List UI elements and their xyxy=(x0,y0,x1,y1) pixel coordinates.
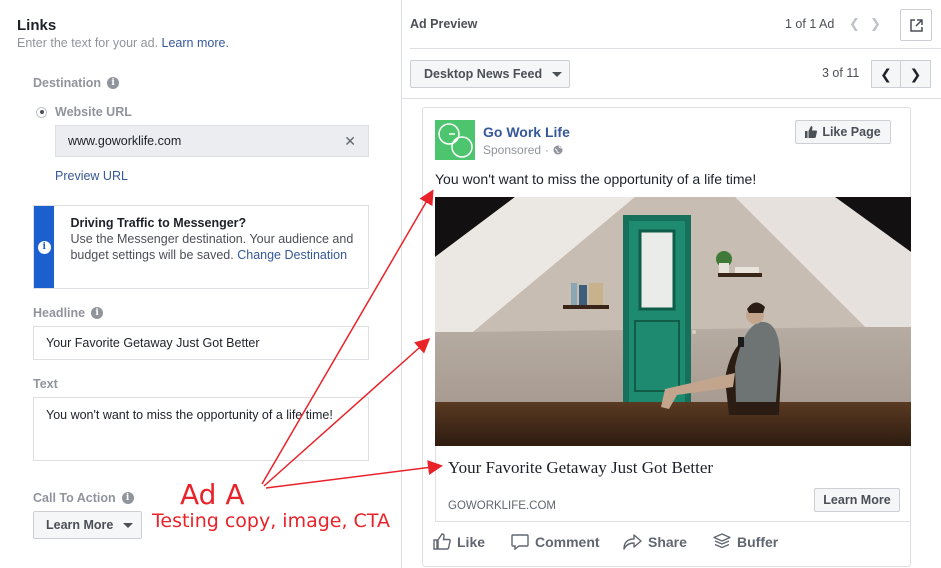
learn-more-button[interactable]: Learn More xyxy=(814,488,900,512)
placement-value: Desktop News Feed xyxy=(424,67,543,81)
info-icon[interactable]: i xyxy=(91,307,104,319)
share-action[interactable]: Share xyxy=(623,533,713,550)
next-placement-button[interactable]: ❯ xyxy=(901,60,931,88)
ad-post-card: Go Work Life Sponsored · Like Page You w… xyxy=(422,107,911,567)
website-url-option[interactable]: Website URL xyxy=(36,105,132,119)
cta-dropdown[interactable]: Learn More xyxy=(33,511,142,539)
thumbs-up-icon xyxy=(805,126,818,138)
placement-dropdown[interactable]: Desktop News Feed xyxy=(410,60,570,88)
comment-icon xyxy=(511,533,529,550)
buffer-icon xyxy=(713,533,731,549)
sponsored-label: Sponsored xyxy=(483,143,542,157)
ad-headline[interactable]: Your Favorite Getaway Just Got Better xyxy=(448,458,713,478)
ad-preview-title: Ad Preview xyxy=(410,17,478,31)
learn-more-link[interactable]: Learn more. xyxy=(162,36,229,50)
text-input[interactable]: You won't want to miss the opportunity o… xyxy=(33,397,369,461)
previous-placement-button[interactable]: ❮ xyxy=(871,60,901,88)
divider xyxy=(402,98,941,99)
radio-selected-icon[interactable] xyxy=(36,106,47,118)
change-destination-link[interactable]: Change Destination xyxy=(237,248,347,262)
page-name[interactable]: Go Work Life xyxy=(483,124,570,140)
share-label: Share xyxy=(648,533,687,550)
separator-dot: · xyxy=(545,143,550,157)
headline-label: Headline i xyxy=(33,306,104,320)
buffer-label: Buffer xyxy=(737,533,779,550)
cta-label-text: Call To Action xyxy=(33,491,116,505)
like-action[interactable]: Like xyxy=(433,533,511,550)
destination-label: Destination i xyxy=(33,76,120,90)
cta-dropdown-value: Learn More xyxy=(46,518,114,532)
chevron-down-icon xyxy=(552,71,563,77)
notice-bar: i xyxy=(34,206,55,288)
cta-label: Call To Action i xyxy=(33,491,134,505)
ad-link-preview[interactable]: Your Favorite Getaway Just Got Better GO… xyxy=(435,446,911,522)
notice-title: Driving Traffic to Messenger? xyxy=(70,216,247,230)
placement-count: 3 of 11 xyxy=(822,66,860,80)
like-label: Like xyxy=(457,533,486,550)
ad-image[interactable] xyxy=(435,197,911,446)
notice-body: Driving Traffic to Messenger? Use the Me… xyxy=(54,206,368,288)
attic-room-photo xyxy=(435,197,911,446)
divider xyxy=(410,48,941,49)
placement-pager: ❮ ❯ xyxy=(871,60,931,88)
comment-action[interactable]: Comment xyxy=(511,533,623,550)
headline-label-text: Headline xyxy=(33,306,86,320)
website-url-value: www.goworklife.com xyxy=(68,134,182,148)
annotation-title: Ad A xyxy=(180,478,245,511)
website-url-input[interactable]: www.goworklife.com ✕ xyxy=(55,125,369,157)
text-label-text: Text xyxy=(33,377,58,391)
section-subtitle: Enter the text for your ad. Learn more. xyxy=(17,36,229,50)
post-text: You won't want to miss the opportunity o… xyxy=(435,171,757,187)
globe-icon xyxy=(553,145,563,155)
thumbs-up-icon xyxy=(433,533,451,550)
clear-icon[interactable]: ✕ xyxy=(344,133,356,150)
like-page-button[interactable]: Like Page xyxy=(795,120,891,144)
ad-domain: GOWORKLIFE.COM xyxy=(448,500,556,512)
like-page-label: Like Page xyxy=(822,125,881,139)
open-external-button[interactable] xyxy=(900,9,932,41)
external-link-icon xyxy=(909,18,923,32)
chevron-right-icon[interactable]: ❯ xyxy=(870,16,881,32)
text-label: Text xyxy=(33,377,58,391)
post-actions: Like Comment Share Buffer xyxy=(433,533,903,550)
ad-preview-panel: Ad Preview 1 of 1 Ad ❮ ❯ Desktop News Fe… xyxy=(402,0,941,568)
headline-input[interactable]: Your Favorite Getaway Just Got Better xyxy=(33,326,369,360)
buffer-action[interactable]: Buffer xyxy=(713,533,778,550)
share-icon xyxy=(623,533,642,550)
go-logo-icon xyxy=(438,123,473,158)
chevron-left-icon[interactable]: ❮ xyxy=(849,16,860,32)
info-icon: i xyxy=(37,240,51,254)
info-icon[interactable]: i xyxy=(121,492,134,504)
preview-url-link[interactable]: Preview URL xyxy=(55,169,128,183)
comment-label: Comment xyxy=(535,533,600,550)
page-logo[interactable] xyxy=(435,120,475,160)
destination-label-text: Destination xyxy=(33,76,102,90)
website-url-label: Website URL xyxy=(55,105,132,119)
section-title: Links xyxy=(17,17,57,34)
section-subtitle-text: Enter the text for your ad. xyxy=(17,36,159,50)
messenger-notice: i Driving Traffic to Messenger? Use the … xyxy=(33,205,369,289)
info-icon[interactable]: i xyxy=(107,77,120,89)
annotation-subtitle: Testing copy, image, CTA xyxy=(152,510,390,532)
ad-count: 1 of 1 Ad xyxy=(785,17,835,31)
chevron-down-icon xyxy=(123,522,134,528)
sponsored-line: Sponsored · xyxy=(483,143,563,157)
